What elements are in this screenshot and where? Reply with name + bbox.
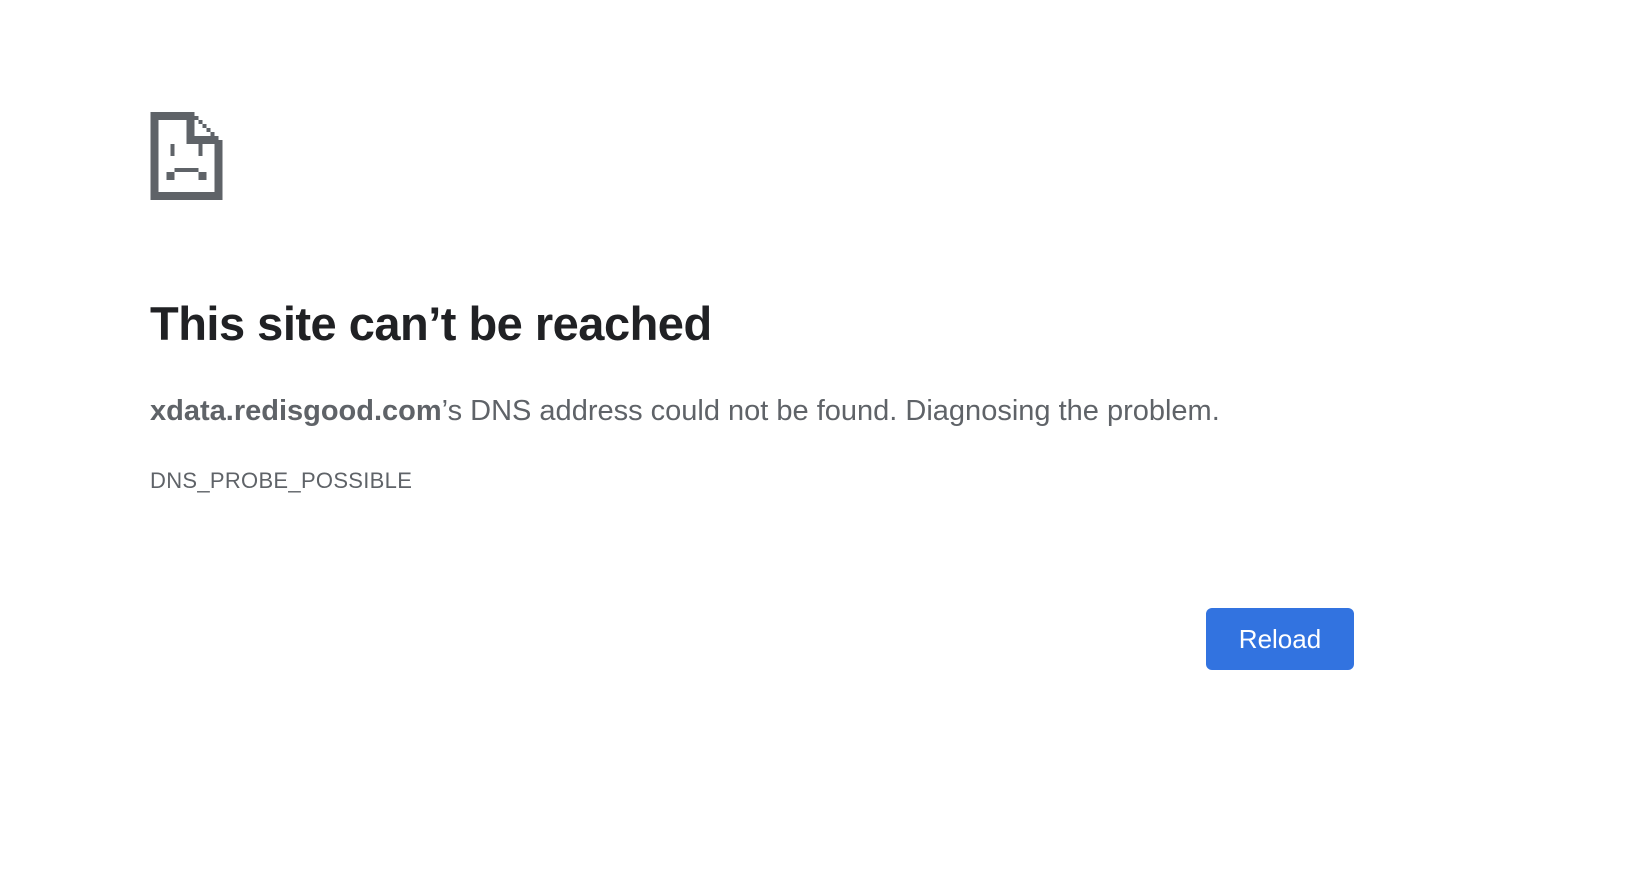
error-code: DNS_PROBE_POSSIBLE (150, 468, 413, 493)
error-page: This site can’t be reached xdata.redisgo… (150, 0, 1354, 894)
error-message: ’s DNS address could not be found. Diagn… (441, 395, 1220, 427)
error-heading: This site can’t be reached (150, 297, 712, 350)
reload-button[interactable]: Reload (1206, 608, 1354, 670)
sad-page-icon (150, 112, 223, 200)
error-host: xdata.redisgood.com (150, 395, 442, 427)
error-summary: xdata.redisgood.com’s DNS address could … (150, 393, 1220, 429)
